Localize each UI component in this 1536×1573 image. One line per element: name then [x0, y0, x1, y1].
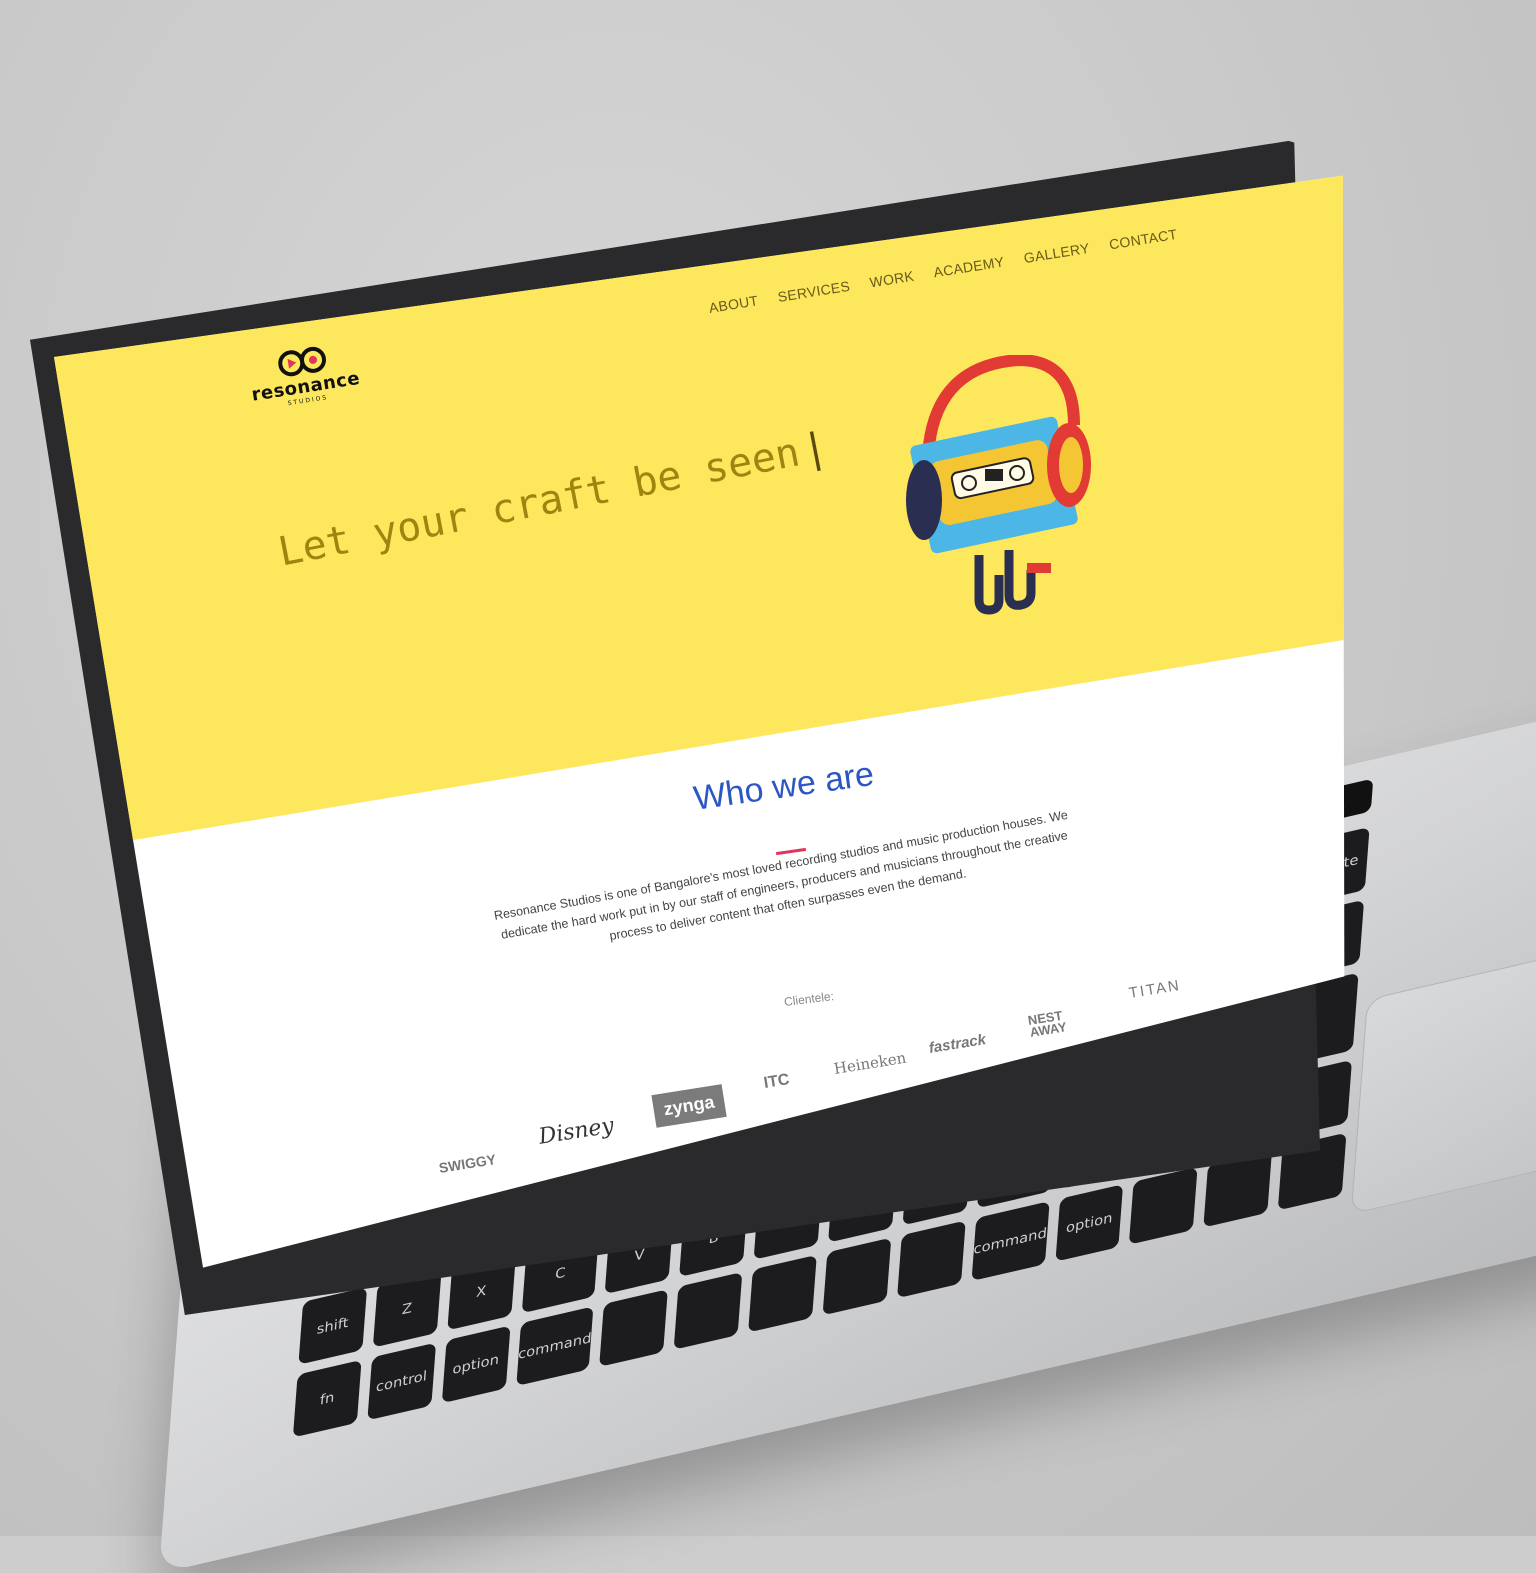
keyboard-key[interactable]: command	[515, 1306, 594, 1387]
keyboard-key[interactable]: fn	[292, 1359, 362, 1438]
about-paragraph: Resonance Studios is one of Bangalore's …	[492, 807, 1069, 944]
keyboard-key[interactable]	[1129, 1167, 1198, 1245]
keyboard-key[interactable]: option	[441, 1325, 511, 1404]
clientele-label: Clientele:	[783, 989, 835, 1009]
keyboard-key[interactable]: shift	[298, 1287, 367, 1366]
client-logo-swiggy: SWIGGY	[437, 1151, 498, 1176]
keyboard-key[interactable]: option	[1054, 1184, 1124, 1262]
client-logo-titan: TITAN	[1127, 976, 1182, 1002]
client-logo-itc: ITC	[762, 1071, 791, 1092]
cassette-headphones-illustration	[906, 355, 1091, 615]
keyboard-key[interactable]	[599, 1289, 669, 1367]
client-logo-fastrack: fastrack	[927, 1031, 988, 1057]
client-logo-nestaway: NEST AWAY	[1026, 1007, 1068, 1040]
keyboard-key[interactable]: command	[971, 1201, 1050, 1282]
trackpad[interactable]	[1350, 940, 1536, 1215]
client-logo-disney: Disney	[537, 1113, 616, 1150]
keyboard-key[interactable]	[673, 1272, 743, 1350]
keyboard-key[interactable]	[896, 1220, 966, 1299]
client-logo-zynga: zynga	[651, 1084, 727, 1128]
keyboard-key[interactable]: control	[367, 1342, 436, 1421]
who-we-are-title: Who we are	[691, 754, 877, 818]
client-logo-heineken: Heineken	[832, 1048, 908, 1078]
keyboard-key[interactable]	[822, 1237, 892, 1316]
keyboard-key[interactable]	[748, 1254, 817, 1333]
